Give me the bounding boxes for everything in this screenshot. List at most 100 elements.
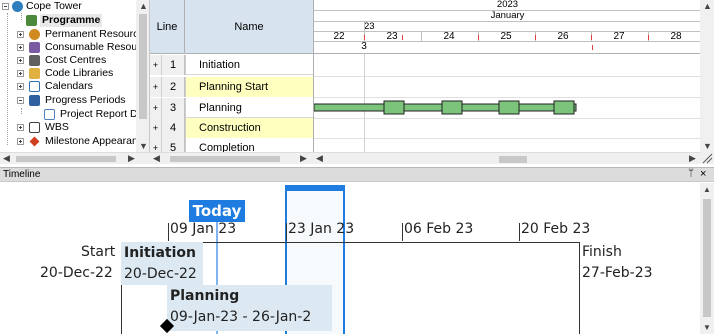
tree-horizontal-scrollbar[interactable]: ◀ ▶ bbox=[0, 152, 150, 164]
close-icon[interactable]: × bbox=[700, 168, 706, 180]
pin-icon[interactable]: ᛘ bbox=[688, 168, 694, 179]
expand-icon[interactable] bbox=[17, 83, 24, 90]
tree-item-label: Milestone Appearance bbox=[45, 135, 149, 147]
collapse-icon[interactable] bbox=[17, 97, 24, 104]
timeline-vertical-scrollbar[interactable] bbox=[700, 183, 714, 334]
scroll-thumb[interactable] bbox=[499, 156, 527, 163]
timeline-date-label: 09 Jan 23 bbox=[170, 221, 237, 237]
expand-icon[interactable] bbox=[17, 31, 24, 38]
scroll-thumb[interactable] bbox=[139, 14, 147, 119]
task-bar-segment[interactable] bbox=[553, 100, 575, 115]
expand-icon[interactable] bbox=[17, 124, 24, 131]
timeline-task-dates: 09-Jan-23 - 26-Jan-2 bbox=[170, 309, 312, 325]
report-icon bbox=[44, 109, 55, 120]
timeline-date-label: 20 Feb 23 bbox=[521, 221, 591, 237]
timeline-task-dates: 20-Dec-22 bbox=[124, 266, 197, 282]
expand-icon[interactable] bbox=[17, 138, 24, 145]
table-row[interactable]: + 1 Initiation bbox=[150, 55, 313, 75]
timeline-date-label: 06 Feb 23 bbox=[404, 221, 474, 237]
window-drag-handle[interactable] bbox=[285, 185, 345, 191]
scroll-thumb[interactable] bbox=[16, 156, 116, 162]
gantt-chart[interactable]: 2023 January 23 22 23 24 25 26 27 28 3 bbox=[313, 0, 700, 152]
building-icon bbox=[29, 55, 40, 66]
finish-date: 27-Feb-23 bbox=[582, 265, 653, 281]
scroll-down-icon[interactable]: ▼ bbox=[139, 141, 148, 151]
expand-icon[interactable] bbox=[17, 70, 24, 77]
scroll-left-icon[interactable]: ◀ bbox=[316, 153, 323, 163]
tree-item-label: Consumable Resources bbox=[45, 41, 150, 53]
tree-item-label: Calendars bbox=[45, 80, 93, 92]
tree-item-label: Permanent Resources bbox=[45, 28, 150, 40]
scroll-thumb[interactable] bbox=[170, 156, 280, 162]
grid-header: Line Name bbox=[150, 0, 313, 54]
expand-icon[interactable] bbox=[17, 44, 24, 51]
timeline-panel-header: Timeline ᛘ × bbox=[0, 167, 714, 182]
column-header-name[interactable]: Name bbox=[185, 0, 313, 54]
scroll-right-icon[interactable]: ▶ bbox=[300, 153, 307, 163]
tree-item-label: Programme bbox=[40, 14, 103, 27]
task-bar-segment[interactable] bbox=[441, 100, 463, 115]
scroll-down-icon[interactable]: ▼ bbox=[703, 141, 712, 151]
row-line-number: 4 bbox=[162, 118, 185, 138]
table-row[interactable]: + 5 Completion bbox=[150, 138, 313, 152]
tree-item-label: Progress Periods bbox=[45, 94, 126, 106]
timeline-view[interactable]: Today 09 Jan 23 23 Jan 23 06 Feb 23 20 F… bbox=[0, 183, 700, 334]
collapse-icon[interactable] bbox=[2, 3, 9, 10]
tree-item-label: Cope Tower bbox=[26, 0, 82, 12]
timeline-date-label: 23 Jan 23 bbox=[288, 221, 355, 237]
tree-item-label: Code Libraries bbox=[45, 67, 114, 79]
table-row[interactable]: + 3 Planning bbox=[150, 98, 313, 118]
scroll-right-icon[interactable]: ▶ bbox=[128, 153, 135, 163]
milestone-diamond-icon bbox=[29, 136, 40, 147]
consumable-icon bbox=[29, 42, 40, 53]
timeline-task-name: Initiation bbox=[124, 245, 196, 261]
schedule-icon bbox=[26, 15, 37, 26]
column-header-line[interactable]: Line bbox=[150, 0, 185, 54]
gantt-horizontal-scrollbar[interactable]: ◀ ▶ bbox=[313, 152, 700, 164]
table-row[interactable]: + 2 Planning Start bbox=[150, 77, 313, 97]
gantt-vertical-scrollbar[interactable]: ▲ ▼ bbox=[700, 0, 714, 152]
row-name[interactable]: Completion bbox=[185, 138, 313, 152]
resize-grip-icon[interactable] bbox=[700, 152, 714, 164]
timeline-task-name: Planning bbox=[170, 288, 240, 304]
progress-icon bbox=[29, 95, 40, 106]
scroll-up-icon[interactable]: ▲ bbox=[703, 1, 712, 11]
row-expand-icon[interactable]: + bbox=[150, 138, 162, 152]
scroll-thumb[interactable] bbox=[703, 199, 711, 317]
scroll-right-icon[interactable]: ▶ bbox=[689, 153, 696, 163]
finish-label: Finish bbox=[582, 244, 622, 260]
row-expand-icon[interactable]: + bbox=[150, 98, 162, 118]
person-icon bbox=[29, 29, 40, 40]
planning-task-bar[interactable] bbox=[314, 100, 579, 116]
row-name[interactable]: Planning Start bbox=[185, 77, 313, 97]
scroll-up-icon[interactable]: ▲ bbox=[703, 185, 711, 194]
tree-item-label: Project Report Da bbox=[60, 108, 144, 120]
task-bar-segment[interactable] bbox=[498, 100, 520, 115]
row-line-number: 3 bbox=[162, 98, 185, 118]
tree-vertical-scrollbar[interactable]: ▲ ▼ bbox=[136, 0, 149, 152]
row-expand-icon[interactable]: + bbox=[150, 77, 162, 97]
today-marker-label: Today bbox=[189, 200, 245, 222]
table-row[interactable]: + 4 Construction bbox=[150, 118, 313, 138]
scroll-left-icon[interactable]: ◀ bbox=[153, 153, 160, 163]
scroll-down-icon[interactable]: ▼ bbox=[703, 323, 711, 332]
scroll-up-icon[interactable]: ▲ bbox=[139, 1, 148, 11]
start-label: Start bbox=[81, 244, 116, 260]
row-line-number: 1 bbox=[162, 55, 185, 75]
calendar-icon bbox=[29, 81, 40, 92]
grid-horizontal-scrollbar[interactable]: ◀ ▶ bbox=[150, 152, 313, 164]
row-expand-icon[interactable]: + bbox=[150, 118, 162, 138]
row-name[interactable]: Planning bbox=[185, 98, 313, 118]
tree-item-label: WBS bbox=[45, 121, 69, 133]
task-bar-segment[interactable] bbox=[383, 100, 405, 115]
wbs-icon bbox=[29, 122, 40, 133]
project-tree: Cope Tower Programme Permanent Resources… bbox=[0, 0, 150, 152]
start-date: 20-Dec-22 bbox=[40, 265, 113, 281]
row-line-number: 2 bbox=[162, 77, 185, 97]
day-number-label: 3 bbox=[361, 41, 367, 52]
expand-icon[interactable] bbox=[17, 57, 24, 64]
scroll-left-icon[interactable]: ◀ bbox=[3, 153, 10, 163]
row-name[interactable]: Initiation bbox=[185, 55, 313, 75]
row-name[interactable]: Construction bbox=[185, 118, 313, 138]
row-expand-icon[interactable]: + bbox=[150, 55, 162, 75]
